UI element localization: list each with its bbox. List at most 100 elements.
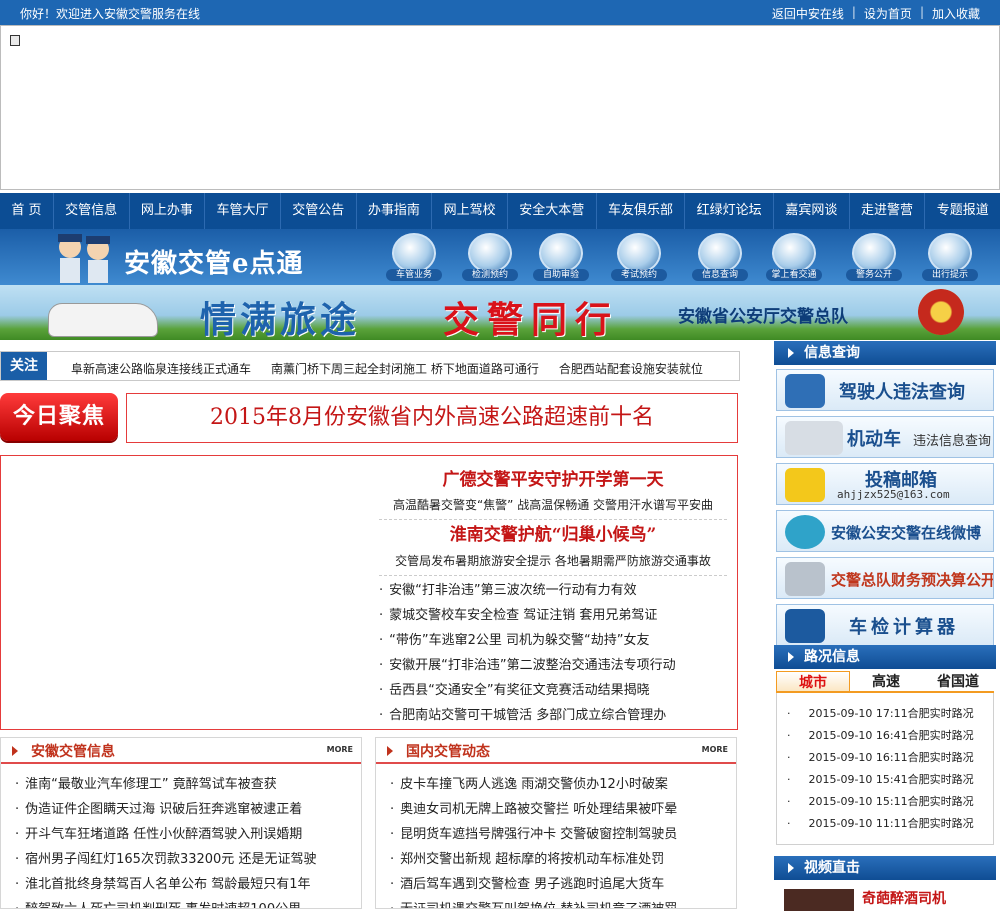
news-sub-1[interactable]: 高温酷暑交警变“焦警” 战高温保畅通 交警用汗水谱写平安曲 <box>379 496 727 520</box>
video-header: 视频直击 <box>774 856 996 880</box>
list-item[interactable]: 安徽“打非治违”第三波次统一行动有力有效 <box>379 578 727 603</box>
list-item[interactable]: 淮北首批终身禁驾百人名单公布 驾龄最短只有1年 <box>15 872 361 897</box>
list-item[interactable]: 2015-09-10 15:11合肥实时路况 <box>787 791 993 813</box>
submission-email-button[interactable]: 投稿邮箱 ahjjzx525@163.com <box>776 463 994 505</box>
self-audit-icon[interactable]: 自助审验 <box>533 233 589 281</box>
nav-item-police-camp[interactable]: 走进警营 <box>850 193 926 229</box>
traffic-list: 2015-09-10 17:11合肥实时路况 2015-09-10 16:41合… <box>776 693 994 845</box>
video-item[interactable]: 奇葩醉酒司机 <box>776 881 994 911</box>
exam-booking-icon[interactable]: 考试预约 <box>611 233 667 281</box>
embedded-frame <box>0 25 1000 190</box>
list-item[interactable]: 合肥南站交警可干城管活 多部门成立综合管理办 <box>379 703 727 728</box>
list-item[interactable]: 酒后驾车遇到交警检查 男子逃跑时追尾大货车 <box>390 872 736 897</box>
weibo-icon <box>785 515 825 549</box>
nav-item-home[interactable]: 首 页 <box>0 193 54 229</box>
inspection-calculator-button[interactable]: 车检计算器 <box>776 604 994 646</box>
top-links: 返回中安在线 | 设为首页 | 加入收藏 <box>771 5 980 22</box>
nav-item-guide[interactable]: 办事指南 <box>357 193 433 229</box>
nav-item-traffic-info[interactable]: 交管信息 <box>54 193 130 229</box>
driver-violation-button[interactable]: 驾驶人违法查询 <box>776 369 994 411</box>
nav-item-safety[interactable]: 安全大本营 <box>508 193 597 229</box>
mail-icon <box>785 468 825 502</box>
news-headline-2[interactable]: 淮南交警护航“归巢小候鸟” <box>379 520 727 545</box>
vehicle-business-icon[interactable]: 车管业务 <box>386 233 442 281</box>
list-item[interactable]: 2015-09-10 17:11合肥实时路况 <box>787 703 993 725</box>
person-icon <box>785 374 825 408</box>
list-item[interactable]: 奥迪女司机无牌上路被交警拦 听处理结果被吓晕 <box>390 797 736 822</box>
site-title: 安徽交管e点通 <box>124 249 304 279</box>
welcome-text: 你好！欢迎进入安徽交警服务在线 <box>20 7 201 21</box>
video-thumbnail[interactable] <box>784 889 854 911</box>
list-item[interactable]: 2015-09-10 15:41合肥实时路况 <box>787 769 993 791</box>
list-item[interactable]: 开斗气车狂堵道路 任性小伙醉酒驾驶入刑误婚期 <box>15 822 361 847</box>
list-item[interactable]: 伪造证件企图瞒天过海 识破后狂奔逃窜被逮正着 <box>15 797 361 822</box>
attention-tag: 关注 <box>1 352 47 380</box>
finance-disclosure-button[interactable]: 交警总队财务预决算公开 <box>776 557 994 599</box>
more-link[interactable]: MORE <box>327 745 353 754</box>
inspection-booking-icon[interactable]: 检测预约 <box>462 233 518 281</box>
list-item[interactable]: 淮南“最敬业汽车修理工” 竟醉驾试车被查获 <box>15 772 361 797</box>
slogan-left: 情满旅途 <box>200 299 361 340</box>
list-item[interactable]: 醉驾致六人死亡司机判刑死 事发时速超100公里 <box>15 897 361 908</box>
list-item[interactable]: 郑州交警出新规 超标摩的将按机动车标准处罚 <box>390 847 736 872</box>
traffic-tabs: 城市 高速 省国道 <box>776 671 994 693</box>
nav-item-forum[interactable]: 红绿灯论坛 <box>685 193 774 229</box>
tab-national-road[interactable]: 省国道 <box>922 671 994 691</box>
travel-tips-icon[interactable]: 出行提示 <box>922 233 978 281</box>
panel-title: 安徽交管信息 <box>31 744 115 760</box>
police-affairs-icon[interactable]: 警务公开 <box>846 233 902 281</box>
anhui-traffic-panel: 安徽交管信息 MORE 淮南“最敬业汽车修理工” 竟醉驾试车被查获 伪造证件企图… <box>0 737 362 909</box>
list-item[interactable]: 岳西县“交通安全”有奖征文竞赛活动结果揭晓 <box>379 678 727 703</box>
info-query-icon[interactable]: 信息查询 <box>692 233 748 281</box>
vehicle-violation-button[interactable]: 机动车 违法信息查询 <box>776 416 994 458</box>
list-item[interactable]: 宿州男子闯红灯165次罚款33200元 还是无证驾驶 <box>15 847 361 872</box>
nav-item-vehicle-hall[interactable]: 车管大厅 <box>205 193 281 229</box>
attention-item[interactable]: 南薰门桥下周三起全封闭施工 桥下地面道路可通行 <box>271 360 539 377</box>
mobile-traffic-icon[interactable]: 掌上看交通 <box>766 233 822 281</box>
list-item[interactable]: 2015-09-10 16:11合肥实时路况 <box>787 747 993 769</box>
link-back-home[interactable]: 返回中安在线 <box>772 5 844 22</box>
attention-item[interactable]: 阜新高速公路临泉连接线正式通车 <box>71 360 251 377</box>
tab-highway[interactable]: 高速 <box>850 671 922 691</box>
police-car-icon <box>48 303 158 337</box>
bus-icon <box>785 421 843 455</box>
list-item[interactable]: 无证司机遇交警互叫驾换位 替补司机竟了酒被罚 <box>390 897 736 908</box>
broken-image-icon <box>10 35 20 46</box>
video-title[interactable]: 奇葩醉酒司机 <box>862 888 946 908</box>
today-focus-badge: 今日聚焦 <box>0 393 118 441</box>
attention-item[interactable]: 合肥西站配套设施安装就位 <box>559 360 703 377</box>
news-list: 安徽“打非治违”第三波次统一行动有力有效 蒙城交警校车安全检查 驾证注销 套用兄… <box>379 578 727 728</box>
department-name: 安徽省公安厅交警总队 <box>678 307 848 327</box>
nav-item-driving-school[interactable]: 网上驾校 <box>432 193 508 229</box>
news-block: 广德交警平安守护开学第一天 高温酷暑交警变“焦警” 战高温保畅通 交警用汗水谱写… <box>0 455 738 730</box>
main-nav: 首 页 交管信息 网上办事 车管大厅 交管公告 办事指南 网上驾校 安全大本营 … <box>0 193 1000 229</box>
list-item[interactable]: 昆明货车遮挡号牌强行冲卡 交警破窗控制驾驶员 <box>390 822 736 847</box>
today-focus-box: 2015年8月份安徽省内外高速公路超速前十名 <box>126 393 738 443</box>
arrow-icon <box>387 746 393 756</box>
nav-item-special[interactable]: 专题报道 <box>925 193 1000 229</box>
nav-item-club[interactable]: 车友俱乐部 <box>597 193 686 229</box>
top-bar: 你好！欢迎进入安徽交警服务在线 返回中安在线 | 设为首页 | 加入收藏 <box>0 0 1000 25</box>
nav-item-online-service[interactable]: 网上办事 <box>130 193 206 229</box>
police-emblem-icon <box>918 289 964 335</box>
list-item[interactable]: 皮卡车撞飞两人逃逸 雨湖交警侦办12小时破案 <box>390 772 736 797</box>
today-headline[interactable]: 2015年8月份安徽省内外高速公路超速前十名 <box>127 394 737 442</box>
calculator-icon <box>785 562 825 596</box>
weibo-button[interactable]: 安徽公安交警在线微博 <box>776 510 994 552</box>
news-headline-1[interactable]: 广德交警平安守护开学第一天 <box>379 465 727 490</box>
panel-title: 国内交管动态 <box>406 744 490 760</box>
list-item[interactable]: 2015-09-10 16:41合肥实时路况 <box>787 725 993 747</box>
nav-item-guest-talk[interactable]: 嘉宾网谈 <box>774 193 850 229</box>
nav-item-notices[interactable]: 交管公告 <box>281 193 357 229</box>
news-sub-2[interactable]: 交管局发布暑期旅游安全提示 各地暑期需严防旅游交通事故 <box>379 552 727 576</box>
list-item[interactable]: 2015-09-10 11:11合肥实时路况 <box>787 813 993 835</box>
list-item[interactable]: 安徽开展“打非治违”第二波整治交通违法专项行动 <box>379 653 727 678</box>
tab-city[interactable]: 城市 <box>776 671 850 691</box>
more-link[interactable]: MORE <box>702 745 728 754</box>
info-query-header: 信息查询 <box>774 341 996 365</box>
link-set-homepage[interactable]: 设为首页 <box>864 5 912 22</box>
slogan-right: 交警同行 <box>443 299 620 340</box>
list-item[interactable]: “带伤”车逃窜2公里 司机为躲交警“劫持”女友 <box>379 628 727 653</box>
list-item[interactable]: 蒙城交警校车安全检查 驾证注销 套用兄弟驾证 <box>379 603 727 628</box>
link-add-favorite[interactable]: 加入收藏 <box>932 5 980 22</box>
